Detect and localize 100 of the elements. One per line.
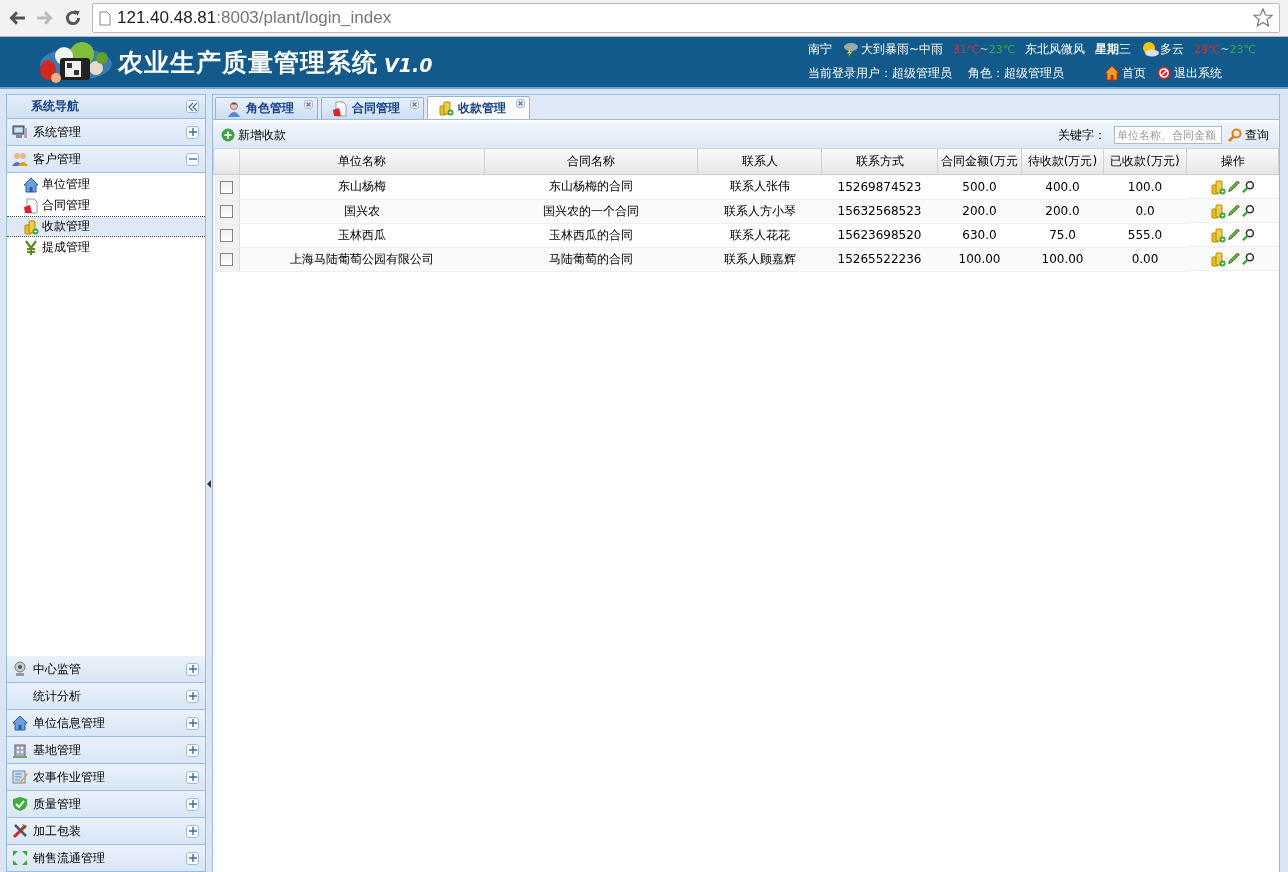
column-header: 单位名称 bbox=[239, 149, 485, 175]
tab[interactable]: 合同管理 bbox=[321, 97, 424, 119]
sidebar-title: 系统导航 bbox=[31, 98, 79, 115]
city-label: 南宁 bbox=[808, 40, 832, 58]
table-cell: 东山杨梅 bbox=[239, 174, 485, 199]
table-cell: 15269874523 bbox=[821, 174, 938, 199]
wind-label: 东北风微风 bbox=[1025, 40, 1085, 58]
row-checkbox[interactable] bbox=[219, 229, 233, 242]
nav-section-header[interactable]: 基地管理 bbox=[7, 737, 205, 764]
collapse-button[interactable] bbox=[186, 100, 199, 113]
house-icon bbox=[12, 715, 28, 731]
temperature-low: 23℃ bbox=[988, 42, 1015, 56]
table-cell: 75.0 bbox=[1021, 223, 1104, 247]
column-header: 合同名称 bbox=[484, 149, 698, 175]
add-icon bbox=[221, 128, 235, 142]
coins-icon[interactable] bbox=[1209, 226, 1226, 243]
weather-today: 大到暴雨~中雨 bbox=[861, 40, 944, 58]
coins-icon[interactable] bbox=[1209, 250, 1226, 267]
expand-toggle[interactable] bbox=[186, 743, 199, 757]
nav-section-header[interactable]: 质量管理 bbox=[7, 791, 205, 818]
plus-icon bbox=[188, 719, 197, 727]
table-cell: 联系人花花 bbox=[697, 223, 822, 247]
pencil-icon[interactable] bbox=[1226, 227, 1241, 242]
close-icon[interactable] bbox=[304, 100, 313, 109]
nav-section-header[interactable]: 单位信息管理 bbox=[7, 710, 205, 737]
nav-section-header[interactable]: 系统管理 bbox=[7, 119, 205, 146]
temperature-high: 31℃ bbox=[953, 42, 980, 56]
plus-icon bbox=[188, 665, 197, 673]
webcam-icon bbox=[12, 661, 28, 677]
column-header: 已收款(万元) bbox=[1103, 149, 1187, 175]
forbidden-icon bbox=[1156, 65, 1172, 81]
search-icon[interactable] bbox=[1241, 251, 1256, 266]
app-title: 农业生产质量管理系统 bbox=[118, 46, 378, 79]
pencil-icon[interactable] bbox=[1226, 203, 1241, 218]
header-link[interactable]: 首页 bbox=[1122, 64, 1146, 82]
temperature-high: 29℃ bbox=[1194, 42, 1221, 56]
coins-icon bbox=[438, 100, 454, 116]
expand-toggle[interactable] bbox=[186, 689, 199, 703]
table-cell: 玉林西瓜 bbox=[239, 223, 485, 247]
nav-section-header[interactable]: 销售流通管理 bbox=[7, 845, 205, 872]
nav-section-header[interactable]: 统计分析 bbox=[7, 683, 205, 710]
shield-icon bbox=[12, 796, 28, 812]
reload-icon[interactable] bbox=[64, 9, 82, 27]
search-icon[interactable] bbox=[1241, 227, 1256, 242]
table-cell: 500.0 bbox=[937, 174, 1022, 199]
row-checkbox[interactable] bbox=[219, 253, 233, 266]
nav-item[interactable]: 提成管理 bbox=[7, 237, 205, 258]
nav-section-header[interactable]: 农事作业管理 bbox=[7, 764, 205, 791]
table-cell: 555.0 bbox=[1103, 223, 1187, 247]
document-icon bbox=[332, 100, 348, 117]
pencil-icon[interactable] bbox=[1226, 251, 1241, 266]
search-icon[interactable] bbox=[1241, 203, 1256, 218]
back-icon[interactable] bbox=[8, 9, 26, 27]
coins-icon[interactable] bbox=[1209, 202, 1226, 219]
header-link[interactable]: 退出系统 bbox=[1174, 64, 1222, 82]
url-host: 121.40.48.81 bbox=[117, 8, 217, 28]
search-button[interactable]: 查询 bbox=[1226, 126, 1271, 144]
tools-icon bbox=[12, 823, 28, 839]
page-icon bbox=[99, 10, 111, 26]
keyword-label: 关键字： bbox=[1058, 126, 1106, 144]
column-header: 联系人 bbox=[697, 149, 822, 175]
tab[interactable]: 收款管理 bbox=[427, 96, 530, 119]
nav-section-header[interactable]: 客户管理 bbox=[7, 146, 205, 173]
plus-icon bbox=[188, 692, 197, 700]
column-header: 待收款(万元) bbox=[1021, 149, 1104, 175]
search-field[interactable]: 单位名称、合同金额 bbox=[1114, 126, 1222, 144]
home-icon bbox=[1104, 65, 1120, 81]
close-icon[interactable] bbox=[410, 100, 419, 109]
temperature-separator: ~ bbox=[1220, 42, 1230, 56]
table-cell: 100.0 bbox=[1103, 174, 1187, 199]
add-button[interactable]: 新增收款 bbox=[219, 126, 288, 144]
tab[interactable]: 角色管理 bbox=[215, 97, 318, 119]
table-cell: 马陆葡萄的合同 bbox=[484, 247, 698, 271]
notepad-icon bbox=[12, 769, 28, 785]
coins-icon[interactable] bbox=[1209, 178, 1226, 195]
expand-toggle[interactable] bbox=[186, 716, 199, 730]
close-icon[interactable] bbox=[516, 99, 525, 108]
nav-item[interactable]: 收款管理 bbox=[7, 216, 205, 237]
expand-toggle[interactable] bbox=[186, 662, 199, 676]
row-checkbox[interactable] bbox=[219, 180, 233, 194]
table-cell: 国兴农的一个合同 bbox=[484, 199, 698, 223]
nav-item[interactable]: 单位管理 bbox=[7, 174, 205, 195]
sun-cloud-icon bbox=[1141, 41, 1159, 57]
search-icon[interactable] bbox=[1241, 179, 1256, 194]
expand-toggle[interactable] bbox=[186, 125, 199, 139]
table-cell: 15623698520 bbox=[821, 223, 938, 247]
address-bar[interactable]: 121.40.48.81:8003/plant/login_index bbox=[92, 3, 1280, 33]
collapse-toggle[interactable] bbox=[186, 152, 199, 166]
expand-toggle[interactable] bbox=[186, 824, 199, 838]
nav-item[interactable]: 合同管理 bbox=[7, 195, 205, 216]
expand-toggle[interactable] bbox=[186, 851, 199, 865]
nav-section-header[interactable]: 中心监管 bbox=[7, 656, 205, 683]
table-cell: 630.0 bbox=[937, 223, 1022, 247]
nav-section-header[interactable]: 加工包装 bbox=[7, 818, 205, 845]
star-icon[interactable] bbox=[1253, 8, 1273, 28]
expand-toggle[interactable] bbox=[186, 797, 199, 811]
row-checkbox[interactable] bbox=[219, 205, 233, 218]
pencil-icon[interactable] bbox=[1226, 179, 1241, 194]
expand-toggle[interactable] bbox=[186, 770, 199, 784]
temperature-separator: ~ bbox=[979, 42, 989, 56]
